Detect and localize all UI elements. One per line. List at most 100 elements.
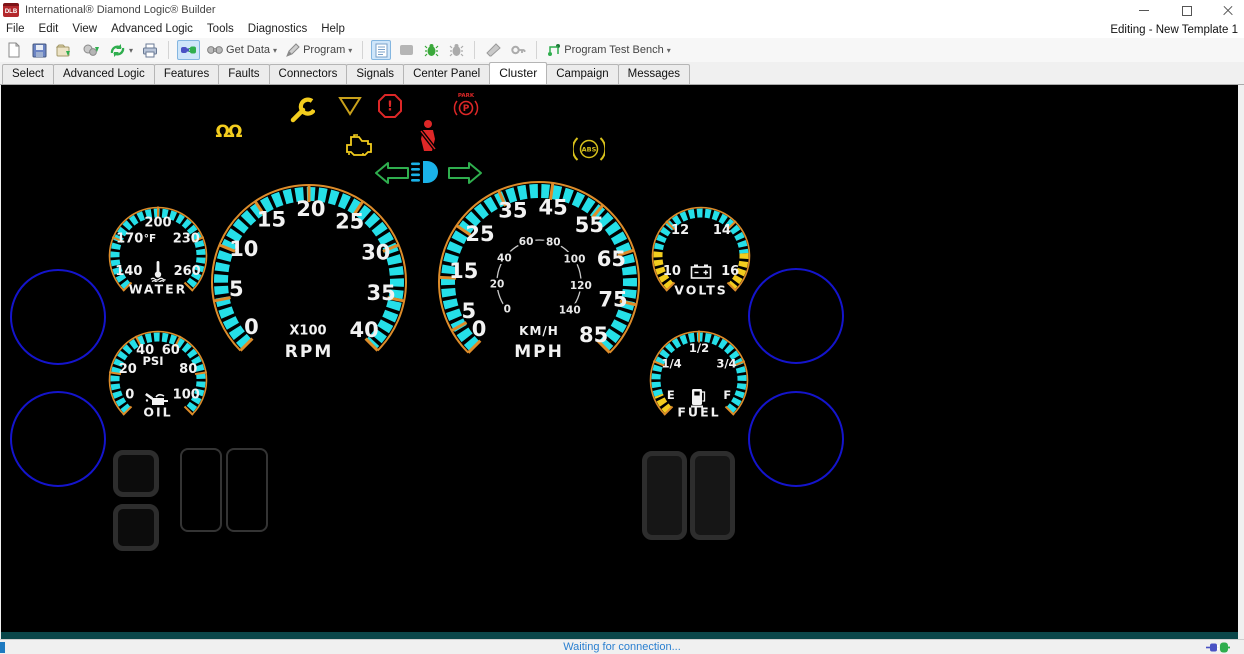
- refresh-button[interactable]: ▾: [107, 40, 135, 60]
- debug-button[interactable]: [421, 40, 441, 60]
- menu-help[interactable]: Help: [321, 23, 345, 35]
- kmh-tick-label: 80: [546, 236, 561, 248]
- mph-tick-label: 75: [598, 287, 627, 311]
- fuel-tick-label: E: [667, 388, 675, 402]
- abs-text: ABS: [582, 146, 597, 154]
- menu-advanced-logic[interactable]: Advanced Logic: [111, 23, 193, 35]
- tab-faults[interactable]: Faults: [218, 64, 269, 84]
- connect-button[interactable]: [177, 40, 200, 60]
- water-tick-label: 260: [174, 264, 201, 279]
- view-document-button[interactable]: [371, 40, 391, 60]
- export-report-icon: [56, 43, 73, 58]
- volts-label: VOLTS: [674, 283, 728, 298]
- key-icon: [511, 43, 526, 57]
- menu-view[interactable]: View: [72, 23, 97, 35]
- cluster-button-small-top[interactable]: [113, 450, 159, 497]
- update-tools-button[interactable]: [80, 40, 102, 60]
- menu-diagnostics[interactable]: Diagnostics: [248, 23, 307, 35]
- key-button[interactable]: [508, 40, 528, 60]
- fuel-tick-label: 1/4: [661, 357, 681, 371]
- toolbar-separator: [536, 41, 537, 59]
- oil-tick-label: 100: [173, 388, 200, 403]
- water-unit-label: °F: [144, 233, 156, 245]
- refresh-caret-icon: ▾: [129, 46, 133, 55]
- program-caret-icon: ▾: [348, 46, 352, 55]
- kmh-tick-label: 20: [490, 278, 505, 290]
- park-p-glyph: P: [463, 104, 470, 114]
- new-document-button[interactable]: [4, 40, 24, 60]
- volts-tick-label: 14: [713, 223, 731, 238]
- mph-tick-label: 15: [449, 259, 478, 283]
- mph-tick-label: 5: [462, 299, 477, 323]
- fuel-tick-label: 3/4: [716, 357, 736, 371]
- cluster-slot-left[interactable]: [180, 448, 222, 532]
- print-button[interactable]: [140, 40, 160, 60]
- update-tools-icon: [82, 43, 100, 58]
- tab-campaign[interactable]: Campaign: [546, 64, 618, 84]
- stop-exclamation-glyph: !: [387, 100, 393, 115]
- mph-tick-label: 35: [498, 199, 527, 223]
- kmh-tick-label: 40: [497, 252, 512, 264]
- connect-icon: [180, 44, 197, 56]
- volts-tick-label: 16: [721, 264, 739, 279]
- title-bar: DLB International® Diamond Logic® Builde…: [0, 0, 1244, 20]
- rpm-tick-label: 35: [367, 281, 396, 305]
- rpm-label: RPM: [285, 342, 333, 362]
- kmh-tick-label: 120: [570, 280, 592, 292]
- kmh-tick-label: 60: [519, 236, 534, 248]
- tab-advanced-logic[interactable]: Advanced Logic: [53, 64, 155, 84]
- program-test-bench-button[interactable]: Program Test Bench ▾: [545, 40, 672, 60]
- water-tick-label: 200: [144, 216, 171, 231]
- tab-select[interactable]: Select: [2, 64, 54, 84]
- rpm-tick-label: 40: [349, 318, 378, 342]
- rpm-tick-label: 10: [229, 237, 258, 261]
- tab-connectors[interactable]: Connectors: [269, 64, 348, 84]
- disconnected-icon: [1206, 641, 1230, 654]
- application-window: DLB International® Diamond Logic® Builde…: [0, 0, 1244, 654]
- program-button[interactable]: Program ▾: [284, 40, 354, 60]
- print-icon: [142, 43, 158, 58]
- cluster-button-tall-right[interactable]: [690, 451, 735, 540]
- left-turn-signal-icon: [374, 161, 410, 190]
- status-message: Waiting for connection...: [0, 641, 1244, 653]
- tab-cluster[interactable]: Cluster: [489, 62, 547, 84]
- menu-edit[interactable]: Edit: [39, 23, 59, 35]
- get-data-button[interactable]: Get Data ▾: [205, 40, 279, 60]
- menu-file[interactable]: File: [6, 23, 25, 35]
- save-button[interactable]: [29, 40, 49, 60]
- toolbar-separator: [474, 41, 475, 59]
- program-label: Program: [303, 44, 345, 56]
- tab-center-panel[interactable]: Center Panel: [403, 64, 490, 84]
- oil-tick-label: 20: [119, 362, 137, 377]
- park-brake-icon: PARK P: [452, 92, 480, 125]
- menu-tools[interactable]: Tools: [207, 23, 234, 35]
- kmh-label: KM/H: [519, 324, 559, 338]
- eraser-button[interactable]: [483, 40, 503, 60]
- inactive-panel-button[interactable]: [396, 40, 416, 60]
- fuel-tick-label: F: [723, 388, 731, 402]
- cluster-slot-right[interactable]: [226, 448, 268, 532]
- oil-tick-label: 0: [125, 388, 134, 403]
- panel-bottom-band: [1, 632, 1238, 639]
- cluster-button-tall-left[interactable]: [642, 451, 687, 540]
- close-icon[interactable]: [1222, 4, 1234, 16]
- tab-signals[interactable]: Signals: [346, 64, 404, 84]
- minimize-icon[interactable]: [1138, 4, 1150, 16]
- bug-gray-icon: [449, 43, 464, 57]
- mph-tick-label: 55: [575, 213, 604, 237]
- debug-disabled-button[interactable]: [446, 40, 466, 60]
- oil-tick-label: 60: [162, 343, 180, 358]
- mph-label: MPH: [514, 342, 564, 362]
- export-report-button[interactable]: [54, 40, 75, 60]
- tab-messages[interactable]: Messages: [618, 64, 690, 84]
- wait-to-start-icon: ΩΩ: [212, 120, 244, 147]
- toolbar: ▾ Get Data ▾ Program ▾: [0, 38, 1244, 62]
- rpm-unit-label: X100: [289, 324, 326, 339]
- placeholder-ring: [10, 391, 106, 487]
- bug-green-icon: [424, 43, 439, 57]
- tab-features[interactable]: Features: [154, 64, 219, 84]
- cluster-button-small-bottom[interactable]: [113, 504, 159, 551]
- restore-icon[interactable]: [1180, 4, 1192, 16]
- menu-bar: File Edit View Advanced Logic Tools Diag…: [0, 20, 1244, 38]
- kmh-scale-arc: [497, 240, 581, 311]
